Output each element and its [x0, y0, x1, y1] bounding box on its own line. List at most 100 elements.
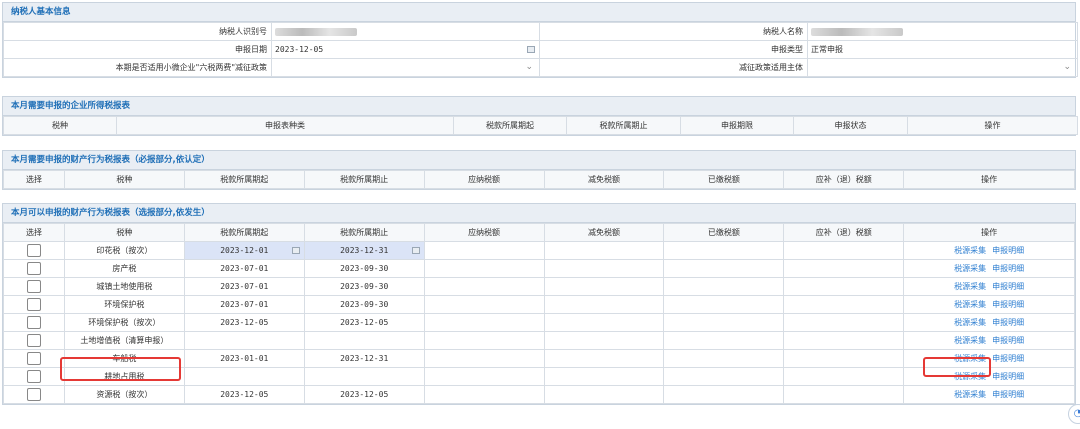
calendar-icon[interactable] [527, 46, 535, 53]
tax-source-collect-link[interactable]: 税源采集 [954, 354, 986, 363]
period-end-cell: 2023-09-30 [303, 295, 425, 314]
tax-source-collect-link[interactable]: 税源采集 [954, 318, 986, 327]
period-start-cell[interactable]: 2023-12-01 [183, 241, 305, 260]
row-checkbox[interactable] [26, 244, 41, 257]
tax-relief-cell [543, 331, 665, 350]
period-start-cell [183, 331, 305, 350]
row-checkbox[interactable] [26, 316, 41, 329]
period-start-value: 2023-07-01 [220, 264, 269, 273]
period-start-value: 2023-12-05 [220, 318, 269, 327]
tax-source-collect-link[interactable]: 税源采集 [954, 246, 986, 255]
declare-detail-link[interactable]: 申报明细 [992, 318, 1024, 327]
policy-subject-select[interactable]: ⌄ [807, 58, 1078, 77]
period-end-value: 2023-12-31 [340, 246, 389, 255]
actions-cell: 税源采集 申报明细 [903, 367, 1075, 386]
declare-detail-link[interactable]: 申报明细 [992, 390, 1024, 399]
row-checkbox-cell [3, 277, 65, 296]
row-checkbox[interactable] [26, 352, 41, 365]
policy-select[interactable]: ⌄ [271, 58, 540, 77]
column-header: 应补（退）税额 [783, 170, 905, 189]
tax-type-cell: 资源税（按次） [63, 385, 185, 404]
chevron-down-icon: ⌄ [1063, 62, 1071, 72]
column-header: 选择 [3, 223, 65, 242]
required-table: 选择 税种 税款所属期起 税款所属期止 应纳税额 减免税额 已缴税额 应补（退）… [3, 170, 1075, 189]
column-header: 税款所属期止 [303, 170, 425, 189]
period-end-value: 2023-09-30 [340, 300, 389, 309]
row-checkbox[interactable] [26, 280, 41, 293]
calendar-icon[interactable] [411, 247, 420, 254]
declare-detail-link[interactable]: 申报明细 [992, 300, 1024, 309]
declare-detail-link[interactable]: 申报明细 [992, 282, 1024, 291]
declare-detail-link[interactable]: 申报明细 [992, 246, 1024, 255]
period-end-cell: 2023-09-30 [303, 259, 425, 278]
row-checkbox[interactable] [26, 262, 41, 275]
chat-bubble-icon[interactable]: ◔ [1068, 404, 1080, 424]
chevron-down-icon: ⌄ [525, 62, 533, 72]
table-row: 城镇土地使用税 2023-07-01 2023-09-30 税源采集 申报明细 [3, 277, 1075, 296]
declare-type-value: 正常申报 [807, 40, 1078, 59]
row-checkbox[interactable] [26, 370, 41, 383]
declare-detail-link[interactable]: 申报明细 [992, 372, 1024, 381]
row-checkbox-cell [3, 385, 65, 404]
row-checkbox[interactable] [26, 298, 41, 311]
taxpayer-name-value [807, 22, 1078, 41]
column-header: 应补（退）税额 [783, 223, 905, 242]
declare-detail-link[interactable]: 申报明细 [992, 354, 1024, 363]
period-start-value: 2023-01-01 [220, 354, 269, 363]
required-panel: 本月需要申报的财产行为税报表（必报部分,依认定） 选择 税种 税款所属期起 税款… [2, 150, 1076, 190]
declare-date-field[interactable]: 2023-12-05 [271, 40, 540, 59]
period-end-cell [303, 367, 425, 386]
column-header: 税款所属期止 [566, 116, 681, 135]
declare-detail-link[interactable]: 申报明细 [992, 336, 1024, 345]
row-checkbox[interactable] [26, 334, 41, 347]
tax-source-collect-link[interactable]: 税源采集 [954, 372, 986, 381]
tax-due-cell [783, 349, 905, 368]
tax-paid-cell [663, 385, 785, 404]
column-header: 税款所属期起 [453, 116, 567, 135]
period-end-cell[interactable]: 2023-12-31 [303, 241, 425, 260]
column-header: 税款所属期止 [303, 223, 425, 242]
calendar-icon[interactable] [291, 247, 300, 254]
tax-paid-cell [663, 295, 785, 314]
row-checkbox-cell [3, 241, 65, 260]
row-checkbox[interactable] [26, 388, 41, 401]
tax-payable-cell [423, 349, 545, 368]
actions-cell: 税源采集 申报明细 [903, 241, 1075, 260]
tax-source-collect-link[interactable]: 税源采集 [954, 336, 986, 345]
tax-due-cell [783, 295, 905, 314]
period-start-cell [183, 367, 305, 386]
declare-detail-link[interactable]: 申报明细 [992, 264, 1024, 273]
tax-due-cell [783, 331, 905, 350]
actions-cell: 税源采集 申报明细 [903, 331, 1075, 350]
actions-cell: 税源采集 申报明细 [903, 349, 1075, 368]
tax-source-collect-link[interactable]: 税源采集 [954, 300, 986, 309]
tax-paid-cell [663, 277, 785, 296]
period-end-value: 2023-12-05 [340, 318, 389, 327]
tax-source-collect-link[interactable]: 税源采集 [954, 282, 986, 291]
tax-type-cell: 房产税 [63, 259, 185, 278]
period-end-cell: 2023-09-30 [303, 277, 425, 296]
cit-table: 税种 申报表种类 税款所属期起 税款所属期止 申报期限 申报状态 操作 [3, 116, 1078, 135]
tax-type-cell: 土地增值税（清算申报） [63, 331, 185, 350]
actions-cell: 税源采集 申报明细 [903, 277, 1075, 296]
column-header: 已缴税额 [663, 170, 785, 189]
period-start-cell: 2023-07-01 [183, 295, 305, 314]
cit-panel: 本月需要申报的企业所得税报表 税种 申报表种类 税款所属期起 税款所属期止 申报… [2, 96, 1078, 136]
tax-due-cell [783, 277, 905, 296]
row-checkbox-cell [3, 295, 65, 314]
taxpayer-name-label: 纳税人名称 [539, 22, 808, 41]
tax-source-collect-link[interactable]: 税源采集 [954, 390, 986, 399]
row-checkbox-cell [3, 331, 65, 350]
tax-relief-cell [543, 367, 665, 386]
period-end-value: 2023-09-30 [340, 282, 389, 291]
table-row: 环境保护税（按次） 2023-12-05 2023-12-05 税源采集 申报明细 [3, 313, 1075, 332]
period-start-value: 2023-12-01 [220, 246, 269, 255]
tax-source-collect-link[interactable]: 税源采集 [954, 264, 986, 273]
tax-payable-cell [423, 313, 545, 332]
policy-subject-label: 减征政策适用主体 [539, 58, 808, 77]
tax-payable-cell [423, 241, 545, 260]
declare-type-label: 申报类型 [539, 40, 808, 59]
column-header: 减免税额 [543, 170, 665, 189]
table-row: 车船税 2023-01-01 2023-12-31 税源采集 申报明细 [3, 349, 1075, 368]
tax-due-cell [783, 313, 905, 332]
